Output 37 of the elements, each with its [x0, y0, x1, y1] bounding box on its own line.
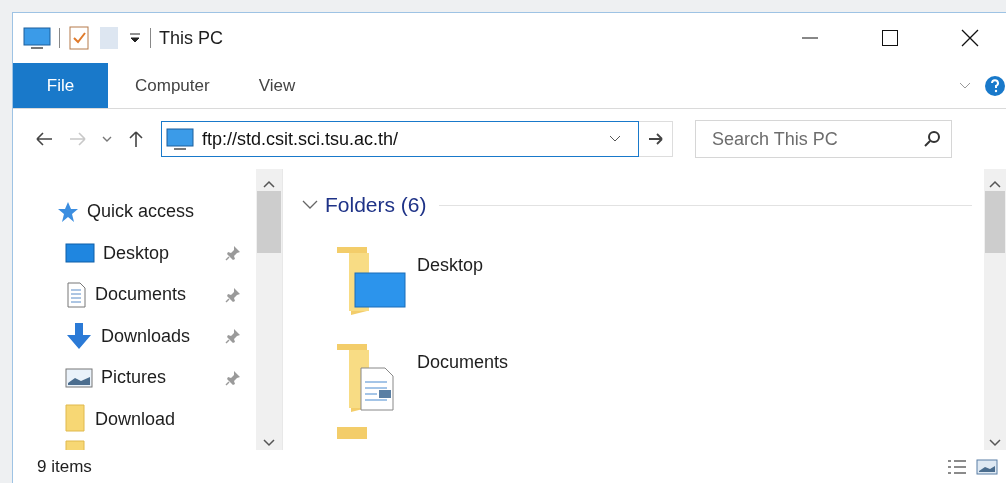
group-header[interactable]: Folders (6) [325, 189, 427, 221]
details-view-icon[interactable] [946, 457, 968, 476]
computer-icon[interactable] [23, 26, 51, 50]
nav-item[interactable]: Pictures [13, 357, 256, 399]
desktop-folder-icon [335, 244, 407, 315]
folder-item[interactable]: Desktop [301, 231, 972, 328]
ribbon-tab[interactable]: Computer [113, 63, 232, 108]
properties-icon[interactable] [68, 25, 90, 51]
go-button[interactable] [639, 121, 673, 157]
address-bar[interactable]: ftp://std.csit.sci.tsu.ac.th/ [161, 121, 639, 157]
picture-icon [65, 366, 93, 389]
close-icon[interactable] [960, 28, 980, 48]
star-icon [57, 200, 79, 223]
nav-item[interactable]: Desktop [13, 232, 256, 274]
file-menu[interactable]: File [13, 63, 108, 108]
scrollbar-thumb[interactable] [257, 191, 281, 253]
chevron-icon[interactable] [958, 80, 972, 91]
ribbon-tab[interactable]: View [236, 63, 318, 108]
folder-item[interactable]: Documents [301, 328, 972, 425]
dropdown-icon[interactable] [128, 31, 142, 45]
maximize-icon[interactable] [880, 28, 900, 48]
window-title: This PC [159, 26, 223, 50]
help-icon[interactable] [984, 74, 1006, 97]
nav-item[interactable]: Quick access [13, 191, 256, 233]
document-icon [65, 281, 87, 308]
large-icons-view-icon[interactable] [976, 457, 998, 476]
nav-item[interactable]: Downloads [13, 315, 256, 357]
dropdown-icon[interactable] [608, 134, 622, 144]
desktop-icon [65, 242, 95, 265]
computer-icon [166, 127, 194, 151]
status-text: 9 items [37, 455, 92, 478]
search-field[interactable]: Search This PC [695, 120, 952, 158]
download-arrow-icon [65, 322, 93, 351]
nav-item[interactable]: Documents [13, 274, 256, 316]
search-icon[interactable] [923, 130, 941, 148]
nav-item[interactable]: Download [13, 398, 256, 440]
scrollbar-thumb[interactable] [985, 191, 1005, 253]
